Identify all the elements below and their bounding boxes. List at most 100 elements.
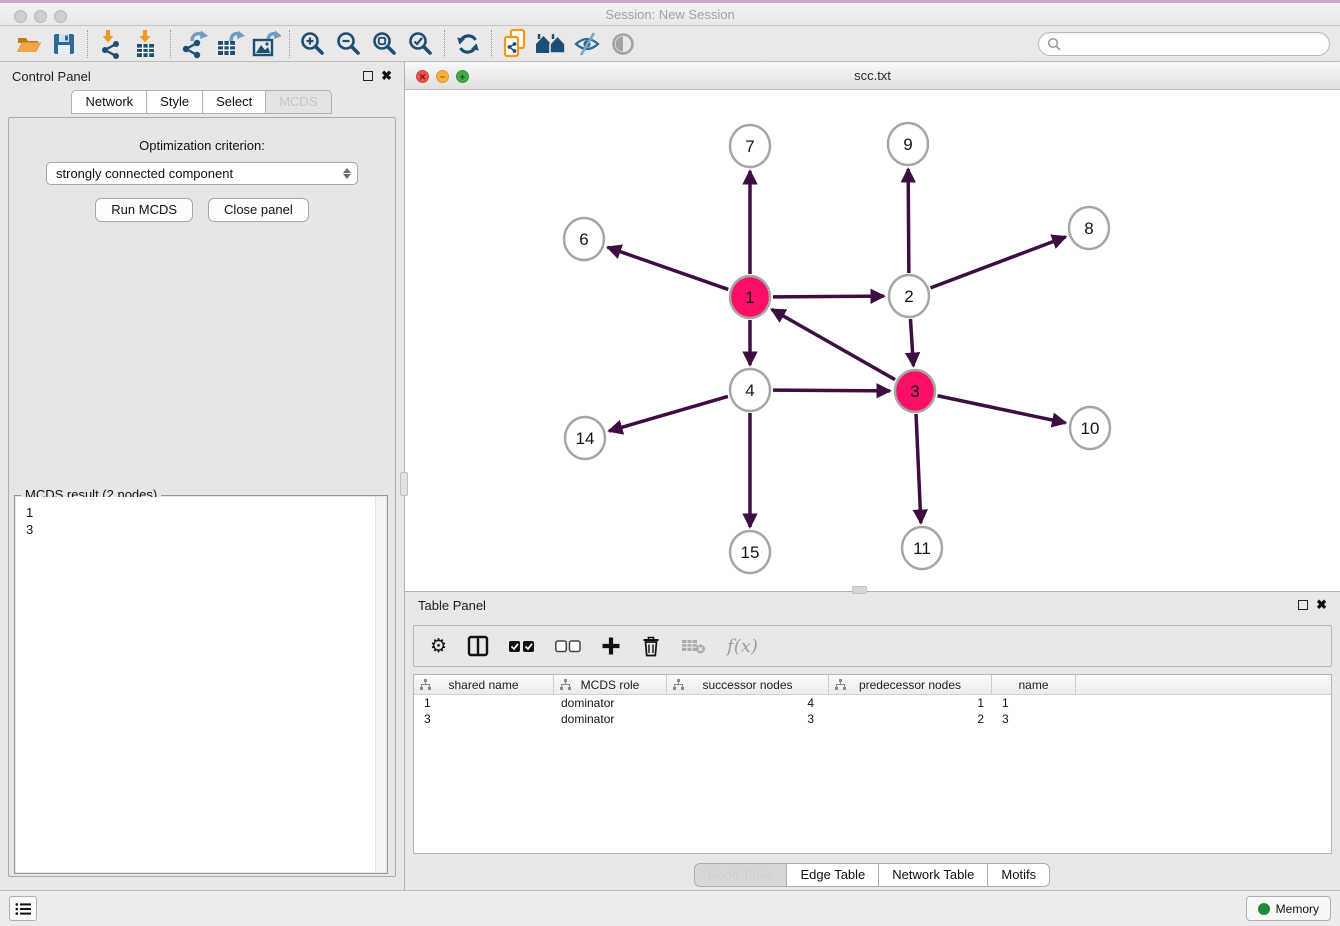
column-header-shared-name[interactable]: shared name [414, 675, 554, 694]
edges-layer [608, 169, 1066, 527]
table-panel-header: Table Panel ✖ [405, 592, 1340, 618]
tab-edge-table[interactable]: Edge Table [786, 863, 879, 887]
zoom-in-icon[interactable] [295, 29, 331, 59]
memory-status-icon [1258, 903, 1270, 915]
tab-network-table[interactable]: Network Table [878, 863, 988, 887]
float-panel-icon[interactable] [363, 71, 373, 81]
zoom-selected-icon[interactable] [403, 29, 439, 59]
control-panel: Control Panel ✖ Network Style Select MCD… [0, 62, 405, 890]
edge-3-1[interactable] [772, 309, 895, 379]
close-panel-button[interactable]: Close panel [208, 198, 309, 222]
close-panel-icon[interactable]: ✖ [381, 71, 392, 81]
tab-style[interactable]: Style [146, 90, 203, 114]
tab-motifs[interactable]: Motifs [987, 863, 1050, 887]
vertical-splitter-grip[interactable] [400, 472, 408, 496]
network-canvas[interactable]: 7 9 6 8 1 2 4 3 14 10 15 11 [405, 90, 1340, 591]
table-cell: dominator [554, 711, 667, 727]
edge-4-3[interactable] [773, 390, 890, 391]
zoom-out-icon[interactable] [331, 29, 367, 59]
table-settings-gear-icon[interactable]: ⚙ [430, 636, 447, 656]
node-3[interactable]: 3 [895, 370, 935, 412]
edge-2-9[interactable] [908, 169, 909, 273]
column-header-successor-nodes[interactable]: successor nodes [667, 675, 829, 694]
columns-glyph [467, 635, 489, 657]
tab-mcds[interactable]: MCDS [265, 90, 331, 114]
run-mcds-button[interactable]: Run MCDS [95, 198, 193, 222]
column-type-icon [835, 679, 846, 690]
toolbar-separator [444, 30, 445, 58]
eye-disabled-glyph [610, 31, 636, 57]
edge-1-6[interactable] [608, 247, 729, 289]
node-8[interactable]: 8 [1069, 207, 1109, 249]
node-15[interactable]: 15 [730, 531, 770, 573]
edge-1-2[interactable] [773, 296, 884, 297]
svg-text:3: 3 [910, 382, 919, 401]
edge-3-11[interactable] [916, 414, 921, 523]
control-panel-header: Control Panel ✖ [0, 62, 404, 90]
save-session-icon[interactable] [46, 29, 82, 59]
create-column-icon[interactable] [601, 636, 621, 656]
hide-selected-icon[interactable] [569, 29, 605, 59]
edge-2-3[interactable] [910, 319, 913, 366]
node-6[interactable]: 6 [564, 218, 604, 260]
search-input[interactable] [1066, 37, 1321, 51]
node-2[interactable]: 2 [889, 275, 929, 317]
export-table-icon[interactable] [212, 29, 248, 59]
zoom-selected-glyph [407, 30, 435, 58]
network-graph[interactable]: 7 9 6 8 1 2 4 3 14 10 15 11 [405, 90, 1339, 591]
node-1[interactable]: 1 [730, 276, 770, 318]
node-9[interactable]: 9 [888, 123, 928, 165]
select-all-columns-icon[interactable] [509, 640, 535, 653]
edge-4-14[interactable] [609, 396, 728, 431]
node-4[interactable]: 4 [730, 369, 770, 411]
trash-glyph [641, 635, 661, 657]
mcds-tab-content: Optimization criterion: strongly connect… [8, 117, 396, 877]
refresh-icon[interactable] [450, 29, 486, 59]
close-table-panel-icon[interactable]: ✖ [1316, 600, 1327, 610]
first-neighbors-icon[interactable] [533, 29, 569, 59]
node-11[interactable]: 11 [902, 527, 942, 569]
unselect-all-columns-icon[interactable] [555, 640, 581, 653]
export-network-icon[interactable] [176, 29, 212, 59]
table-cell: 4 [667, 695, 829, 711]
svg-text:8: 8 [1084, 219, 1093, 238]
criterion-dropdown[interactable]: strongly connected component [46, 162, 358, 185]
open-session-icon[interactable] [10, 29, 46, 59]
show-all-icon[interactable] [605, 29, 641, 59]
float-table-panel-icon[interactable] [1298, 600, 1308, 610]
memory-button[interactable]: Memory [1246, 896, 1331, 921]
column-header-name[interactable]: name [992, 675, 1076, 694]
tab-select[interactable]: Select [202, 90, 266, 114]
edge-3-10[interactable] [938, 396, 1066, 423]
horizontal-splitter-grip[interactable] [852, 586, 867, 594]
column-layout-icon[interactable] [467, 635, 489, 657]
new-network-from-selection-icon[interactable] [497, 29, 533, 59]
tab-network[interactable]: Network [71, 90, 147, 114]
node-14[interactable]: 14 [565, 417, 605, 459]
node-10[interactable]: 10 [1070, 407, 1110, 449]
refresh-glyph [454, 30, 482, 58]
export-network-glyph [179, 29, 209, 59]
node-7[interactable]: 7 [730, 125, 770, 167]
mcds-result-list[interactable]: 1 3 [16, 497, 386, 872]
table-row[interactable]: 1dominator411 [414, 695, 1331, 711]
plus-glyph [601, 636, 621, 656]
delete-column-icon[interactable] [641, 635, 661, 657]
import-network-icon[interactable] [93, 29, 129, 59]
zoom-fit-icon[interactable] [367, 29, 403, 59]
column-label: successor nodes [702, 678, 792, 692]
export-image-icon[interactable] [248, 29, 284, 59]
column-header-predecessor-nodes[interactable]: predecessor nodes [829, 675, 992, 694]
delete-table-glyph [681, 637, 707, 655]
table-row[interactable]: 3dominator323 [414, 711, 1331, 727]
svg-text:6: 6 [579, 230, 588, 249]
result-scrollbar[interactable] [375, 497, 386, 872]
tab-node-table[interactable]: Node Table [694, 863, 788, 887]
column-header-mcds-role[interactable]: MCDS role [554, 675, 667, 694]
control-panel-title: Control Panel [12, 69, 91, 84]
import-table-icon[interactable] [129, 29, 165, 59]
show-panels-list-button[interactable] [9, 896, 37, 921]
search-box[interactable] [1038, 32, 1330, 56]
table-cell: 3 [667, 711, 829, 727]
edge-2-8[interactable] [931, 237, 1066, 288]
